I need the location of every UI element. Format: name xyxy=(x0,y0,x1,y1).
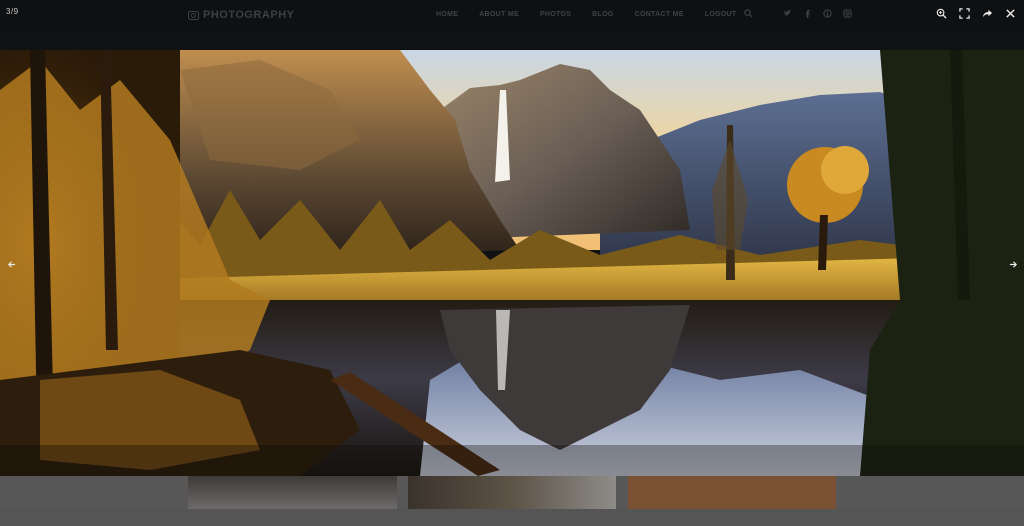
instagram-icon[interactable] xyxy=(843,9,852,18)
twitter-icon[interactable] xyxy=(783,9,792,18)
thumbnail-3[interactable] xyxy=(628,476,836,509)
prev-image-button[interactable] xyxy=(4,258,18,270)
nav-item-home[interactable]: HOME xyxy=(436,11,458,18)
nav-item-contact[interactable]: CONTACT ME xyxy=(635,11,684,18)
thumbnail-1[interactable] xyxy=(188,476,397,509)
facebook-icon[interactable] xyxy=(803,9,812,18)
close-button[interactable] xyxy=(1003,6,1018,20)
site-nav: HOME ABOUT ME PHOTOS BLOG CONTACT ME LOG… xyxy=(436,11,758,18)
nav-item-photos[interactable]: PHOTOS xyxy=(540,11,571,18)
zoom-button[interactable] xyxy=(934,6,949,20)
camera-icon xyxy=(188,10,199,20)
nav-item-logout[interactable]: LOGOUT xyxy=(705,11,737,18)
site-logo-text: PHOTOGRAPHY xyxy=(203,9,295,21)
nav-item-blog[interactable]: BLOG xyxy=(592,11,613,18)
image-counter: 3/9 xyxy=(6,7,19,16)
arrow-left-icon xyxy=(7,260,15,268)
landscape-photo xyxy=(0,50,1024,476)
lightbox-toolbar xyxy=(934,6,1018,20)
site-nav-icons xyxy=(744,9,852,18)
page-footer-area xyxy=(0,509,1024,526)
fullscreen-button[interactable] xyxy=(957,6,972,20)
pinterest-icon[interactable] xyxy=(823,9,832,18)
site-header: PHOTOGRAPHY HOME ABOUT ME PHOTOS BLOG CO… xyxy=(0,0,1024,32)
next-image-button[interactable] xyxy=(1006,258,1020,270)
thumbnail-2[interactable] xyxy=(408,476,616,509)
share-button[interactable] xyxy=(980,6,995,20)
zoom-icon xyxy=(936,8,947,19)
site-logo[interactable]: PHOTOGRAPHY xyxy=(188,9,294,21)
share-icon xyxy=(982,9,993,17)
lightbox-image[interactable] xyxy=(0,50,1024,476)
nav-item-about[interactable]: ABOUT ME xyxy=(479,11,519,18)
fullscreen-icon xyxy=(959,7,970,19)
close-icon xyxy=(1006,8,1015,18)
search-icon[interactable] xyxy=(744,9,753,18)
arrow-right-icon xyxy=(1009,260,1017,268)
